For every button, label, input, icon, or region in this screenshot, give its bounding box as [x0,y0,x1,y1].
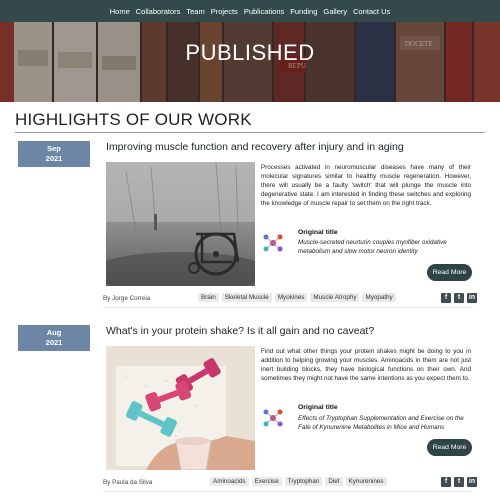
linkedin-icon[interactable]: in [467,477,477,487]
post-title[interactable]: What's in your protein shake? Is it all … [106,325,374,337]
molecule-logo-icon [263,409,283,427]
nav-contact-us[interactable]: Contact Us [353,7,390,16]
section-divider [15,132,485,133]
tag[interactable]: Tryptophan [284,477,323,486]
read-more-button[interactable]: Read More [427,264,472,281]
share-buttons: f t in [441,477,477,487]
post-excerpt: Find out what other things your protein … [261,348,471,383]
read-more-button[interactable]: Read More [427,439,472,456]
date-year: 2021 [45,154,63,163]
post-divider [103,307,473,308]
wheelchair-image [106,162,255,286]
date-month: Sep [47,144,61,153]
tag[interactable]: Muscle Atrophy [310,293,360,302]
linkedin-icon[interactable]: in [467,293,477,303]
dumbbells-image [106,346,255,470]
twitter-icon[interactable]: t [454,477,464,487]
tag-list: Brain Skeletal Muscle Myokines Muscle At… [198,293,396,302]
tag[interactable]: Skeletal Muscle [221,293,272,302]
tag[interactable]: Diet [325,477,343,486]
post-excerpt: Processes activated in neuromuscular dis… [261,164,471,208]
original-title-label: Original title [298,404,338,411]
post-author: By Jorge Correia [103,295,151,302]
tag-list: Aminoacids Exercise Tryptophan Diet Kynu… [210,477,387,486]
nav-home[interactable]: Home [110,7,130,16]
tag[interactable]: Kynurenines [345,477,387,486]
page-title: PUBLISHED [185,40,315,65]
original-title-text: Effects of Tryptophan Supplementation an… [298,415,464,432]
date-month: Aug [46,328,62,337]
nav-publications[interactable]: Publications [244,7,284,16]
post-divider [103,491,473,492]
molecule-logo-icon [263,234,283,252]
tag[interactable]: Myopathy [362,293,396,302]
original-title-label: Original title [298,229,338,236]
twitter-icon[interactable]: t [454,293,464,303]
post-image[interactable] [106,346,255,470]
nav-gallery[interactable]: Gallery [323,7,347,16]
nav-team[interactable]: Team [186,7,204,16]
share-buttons: f t in [441,293,477,303]
date-badge: Aug 2021 [18,325,90,351]
nav-projects[interactable]: Projects [211,7,238,16]
post-author: By Paula da Silva [103,479,153,486]
facebook-icon[interactable]: f [441,477,451,487]
top-nav: Home Collaborators Team Projects Publica… [0,0,500,22]
tag[interactable]: Exercise [251,477,282,486]
nav-collaborators[interactable]: Collaborators [136,7,181,16]
date-badge: Sep 2021 [18,141,90,167]
facebook-icon[interactable]: f [441,293,451,303]
original-title-text: Muscle-secreted neurturin couples myofib… [298,239,447,256]
tag[interactable]: Brain [198,293,219,302]
nav-funding[interactable]: Funding [290,7,317,16]
hero-banner: REPUBLICA DOCETE PUBLISHED [0,22,500,102]
section-title: HIGHLIGHTS OF OUR WORK [15,110,252,129]
post-title[interactable]: Improving muscle function and recovery a… [106,141,404,153]
tag[interactable]: Aminoacids [210,477,249,486]
tag[interactable]: Myokines [274,293,308,302]
post-image[interactable] [106,162,255,286]
date-year: 2021 [45,338,63,347]
